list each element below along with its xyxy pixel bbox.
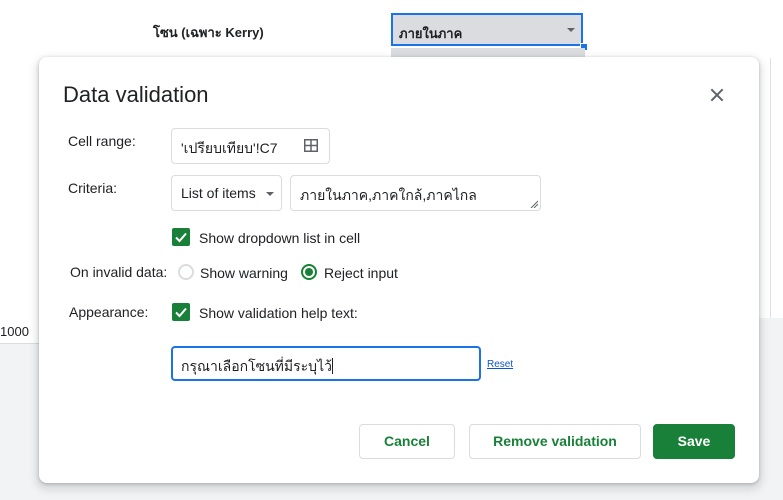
list-items-value: ภายในภาค,ภาคใกล้,ภาคไกล — [300, 187, 477, 203]
select-range-grid-icon[interactable] — [304, 139, 318, 152]
show-warning-radio[interactable] — [178, 264, 194, 280]
show-dropdown-label[interactable]: Show dropdown list in cell — [199, 230, 360, 246]
help-text-input[interactable]: กรุณาเลือกโซนที่มีระบุไว้ — [171, 346, 481, 381]
radio-selected-dot — [305, 268, 313, 276]
checkmark-icon — [175, 232, 187, 243]
selected-cell[interactable]: ภายในภาค — [391, 13, 583, 46]
number-cell-value: 1000 — [0, 324, 29, 339]
cell-value: ภายในภาค — [399, 26, 463, 41]
dialog-title: Data validation — [63, 82, 209, 107]
sheet-edge — [770, 58, 783, 318]
cell-range-value: 'เปรียบเทียบ'!C7 — [181, 140, 278, 156]
resize-handle-icon[interactable] — [530, 200, 538, 208]
help-text-value: กรุณาเลือกโซนที่มีระบุไว้ — [181, 356, 333, 378]
reject-input-label[interactable]: Reject input — [324, 265, 398, 281]
criteria-type-value: List of items — [181, 185, 256, 201]
show-help-text-label[interactable]: Show validation help text: — [199, 305, 358, 321]
reset-link[interactable]: Reset — [487, 359, 513, 370]
help-text-content: กรุณาเลือกโซนที่มีระบุไว้ — [181, 358, 332, 374]
save-button[interactable]: Save — [653, 424, 735, 459]
appearance-label: Appearance: — [69, 304, 149, 320]
show-warning-label[interactable]: Show warning — [200, 265, 288, 281]
remove-validation-button[interactable]: Remove validation — [469, 424, 641, 459]
criteria-label: Criteria: — [68, 180, 118, 196]
chevron-down-icon — [266, 192, 274, 196]
checkmark-icon — [175, 307, 187, 318]
show-help-text-checkbox[interactable] — [172, 303, 190, 321]
cell-range-input[interactable]: 'เปรียบเทียบ'!C7 — [171, 128, 330, 164]
show-dropdown-checkbox[interactable] — [172, 228, 190, 246]
dropdown-arrow-icon[interactable] — [567, 28, 575, 32]
text-cursor — [331, 358, 333, 374]
reject-input-radio[interactable] — [301, 264, 317, 280]
list-items-input[interactable]: ภายในภาค,ภาคใกล้,ภาคไกล — [290, 175, 541, 211]
criteria-type-select[interactable]: List of items — [171, 175, 282, 211]
row-label: โซน (เฉพาะ Kerry) — [153, 25, 264, 40]
cancel-button[interactable]: Cancel — [359, 424, 455, 459]
cell-range-label: Cell range: — [68, 133, 136, 149]
on-invalid-label: On invalid data: — [70, 264, 168, 280]
close-icon[interactable] — [707, 85, 727, 105]
data-validation-dialog: Data validation Cell range: 'เปรียบเทียบ… — [39, 57, 759, 483]
